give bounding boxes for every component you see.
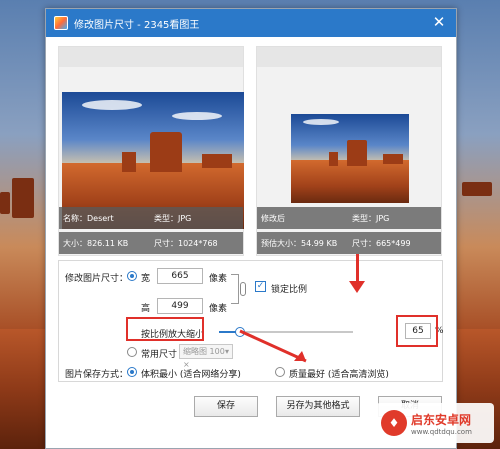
chevron-down-icon: ▾ [224,347,229,356]
desktop-rock-left-small [0,192,10,214]
lock-ratio-label: 锁定比例 [271,285,308,295]
resized-after-label: 修改后 [261,214,285,223]
link-chain-icon [240,282,246,296]
common-size-radio[interactable] [127,347,137,357]
save-button[interactable]: 保存 [194,396,258,417]
watermark-url: www.qdtdqu.com [411,427,472,436]
common-size-label: 常用尺寸 [141,350,178,360]
desktop-rock-left [12,178,34,218]
original-dims: 尺寸：1024*768 [154,239,218,248]
width-unit: 像素 [209,274,228,284]
original-name: 名称：Desert [63,214,114,223]
height-label: 高 [141,304,151,314]
resized-preview: 修改后 类型：JPG 预估大小：54.99 KB 尺寸：665*499 [256,46,442,256]
preview-header [257,47,441,67]
preview-header [59,47,243,67]
scale-label-highlight [126,317,204,341]
save-mode-label: 图片保存方式： [65,370,129,380]
save-as-button[interactable]: 另存为其他格式 [276,396,360,417]
save-mode-best-radio[interactable] [275,367,285,377]
save-mode-small-label: 体积最小 (适合网络分享) [141,370,241,380]
annotation-arrow-down [356,254,359,284]
original-info-row-1: 名称：Desert 类型：JPG [59,207,243,229]
original-preview: 名称：Desert 类型：JPG 大小：826.11 KB 尺寸：1024*76… [58,46,244,256]
watermark-title: 启东安卓网 [411,412,472,427]
close-icon[interactable]: ✕ [430,13,448,31]
resized-type: 类型：JPG [352,214,390,223]
scale-value-highlight [396,315,438,347]
resized-info-row-2: 预估大小：54.99 KB 尺寸：665*499 [257,232,441,254]
common-size-select-value: 缩略图 100 × [183,347,225,369]
annotation-arrowhead-down [349,281,365,293]
resized-size: 预估大小：54.99 KB [261,239,338,248]
original-type: 类型：JPG [154,214,192,223]
height-unit: 像素 [209,304,228,314]
width-label: 宽 [141,274,151,284]
lock-ratio-checkbox[interactable]: ✓ [255,281,266,292]
original-info-row-2: 大小：826.11 KB 尺寸：1024*768 [59,232,243,254]
resize-section-label: 修改图片尺寸： [65,274,129,284]
resize-dialog: 修改图片尺寸 - 2345看图王 ✕ 名称：Desert 类型：JPG 大小：8… [45,8,457,449]
window-title: 修改图片尺寸 - 2345看图王 [74,19,200,31]
watermark-logo-icon: ♦ [381,410,407,436]
resized-image [291,114,409,203]
save-mode-best-label: 质量最好 (适合高清浏览) [289,370,389,380]
original-size: 大小：826.11 KB [63,239,129,248]
title-bar[interactable]: 修改图片尺寸 - 2345看图王 ✕ [46,9,456,37]
watermark: ♦ 启东安卓网 www.qdtdqu.com [376,403,494,443]
common-size-select[interactable]: 缩略图 100 × ▾ [179,344,233,369]
annotation-arrow-diagonal [239,329,307,363]
resize-mode-radio[interactable] [127,271,137,281]
app-icon [54,16,68,30]
ratio-bracket [231,274,239,304]
height-input[interactable]: 499 [157,298,203,314]
desktop-rock-right [462,182,492,196]
save-mode-small-radio[interactable] [127,367,137,377]
watermark-text: 启东安卓网 www.qdtdqu.com [411,411,472,436]
width-input[interactable]: 665 [157,268,203,284]
resized-info-row-1: 修改后 类型：JPG [257,207,441,229]
resized-dims: 尺寸：665*499 [352,239,411,248]
